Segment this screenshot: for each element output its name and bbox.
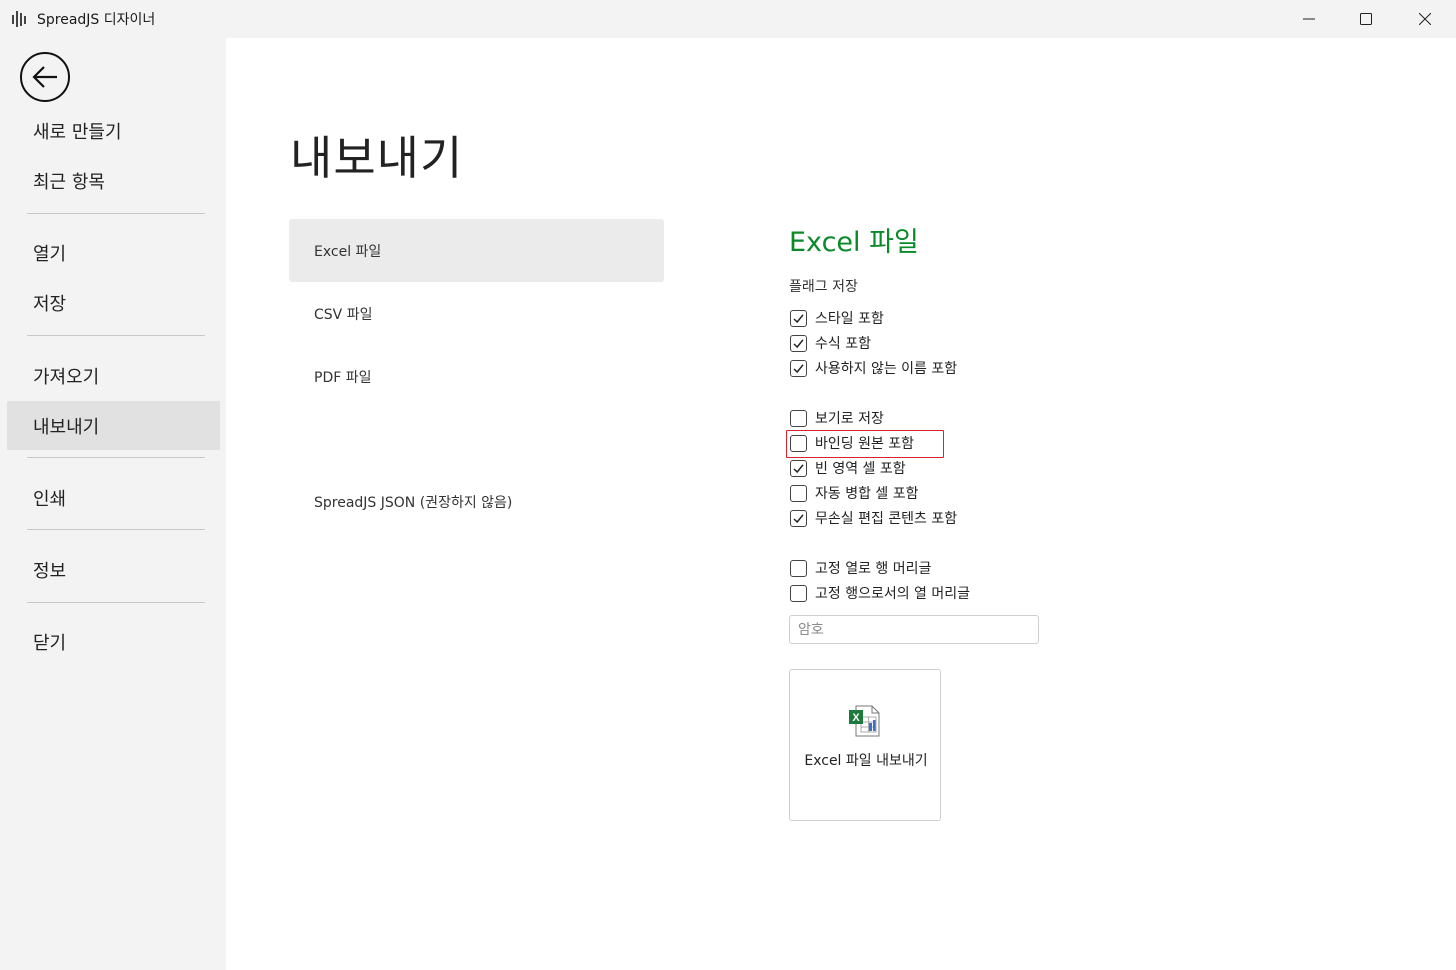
- checkmark-icon: [793, 313, 804, 323]
- sidebar-item-recent[interactable]: 최근 항목: [7, 156, 220, 205]
- checkbox[interactable]: [790, 484, 807, 502]
- checkbox[interactable]: [790, 459, 807, 477]
- option-include-unused-names[interactable]: 사용하지 않는 이름 포함: [790, 357, 957, 379]
- option-label: 보기로 저장: [815, 411, 884, 427]
- export-button-label: Excel 파일 내보내기: [804, 753, 928, 769]
- option-save-as-view[interactable]: 보기로 저장: [790, 407, 884, 429]
- spreadjs-logo-icon: [12, 11, 26, 27]
- checkbox[interactable]: [790, 334, 807, 352]
- maximize-icon: [1360, 13, 1372, 25]
- option-row-headers-as-frozen-columns[interactable]: 고정 열로 행 머리글: [790, 557, 931, 579]
- option-include-lossless-content[interactable]: 무손실 편집 콘텐츠 포함: [790, 507, 957, 529]
- sidebar-item-print[interactable]: 인쇄: [7, 473, 220, 522]
- option-label: 고정 행으로서의 열 머리글: [815, 586, 971, 602]
- section-title: Excel 파일: [789, 227, 919, 258]
- svg-text:X: X: [852, 712, 860, 724]
- option-label: 고정 열로 행 머리글: [815, 561, 932, 577]
- option-label: 사용하지 않는 이름 포함: [815, 361, 958, 377]
- main-panel: 내보내기 Excel 파일 CSV 파일 PDF 파일 SpreadJS JSO…: [226, 38, 1456, 970]
- format-spreadjs-json[interactable]: SpreadJS JSON (권장하지 않음): [289, 470, 664, 533]
- sidebar-item-save[interactable]: 저장: [7, 278, 220, 327]
- sidebar-item-import[interactable]: 가져오기: [7, 351, 220, 400]
- checkmark-icon: [793, 513, 804, 523]
- checkbox[interactable]: [790, 509, 807, 527]
- option-label: 자동 병합 셀 포함: [815, 486, 919, 502]
- checkbox[interactable]: [790, 309, 807, 327]
- option-include-empty-region-cells[interactable]: 빈 영역 셀 포함: [790, 457, 906, 479]
- checkmark-icon: [793, 463, 804, 473]
- checkbox[interactable]: [790, 359, 807, 377]
- arrow-left-icon: [32, 66, 57, 88]
- option-label: 수식 포함: [815, 336, 871, 352]
- minimize-button[interactable]: [1280, 0, 1338, 38]
- minimize-icon: [1303, 18, 1315, 20]
- password-input[interactable]: [789, 615, 1039, 644]
- checkbox[interactable]: [790, 584, 807, 602]
- option-label: 스타일 포함: [815, 311, 884, 327]
- export-excel-button[interactable]: X Excel 파일 내보내기: [789, 669, 941, 821]
- checkmark-icon: [793, 338, 804, 348]
- sidebar: 새로 만들기 최근 항목 열기 저장 가져오기 내보내기 인쇄 정보 닫기: [0, 38, 226, 970]
- sidebar-divider: [27, 529, 205, 530]
- format-csv[interactable]: CSV 파일: [289, 282, 664, 345]
- sidebar-divider: [27, 602, 205, 603]
- window-title: SpreadJS 디자이너: [37, 12, 156, 28]
- maximize-button[interactable]: [1337, 0, 1395, 38]
- sidebar-divider: [27, 457, 205, 458]
- option-label: 빈 영역 셀 포함: [815, 461, 906, 477]
- checkbox[interactable]: [790, 559, 807, 577]
- back-button[interactable]: [20, 52, 70, 102]
- close-icon: [1419, 13, 1431, 25]
- option-label: 바인딩 원본 포함: [815, 436, 915, 452]
- sidebar-item-info[interactable]: 정보: [7, 545, 220, 594]
- format-excel[interactable]: Excel 파일: [289, 219, 664, 282]
- checkbox[interactable]: [790, 409, 807, 427]
- sidebar-item-new[interactable]: 새로 만들기: [7, 106, 220, 155]
- format-pdf[interactable]: PDF 파일: [289, 345, 664, 408]
- title-bar: SpreadJS 디자이너: [0, 0, 1456, 38]
- sidebar-item-export[interactable]: 내보내기: [7, 401, 220, 450]
- sidebar-item-open[interactable]: 열기: [7, 228, 220, 277]
- sidebar-divider: [27, 213, 205, 214]
- option-include-formulas[interactable]: 수식 포함: [790, 332, 871, 354]
- option-label: 무손실 편집 콘텐츠 포함: [815, 511, 958, 527]
- flags-label: 플래그 저장: [789, 279, 858, 295]
- checkmark-icon: [793, 363, 804, 373]
- option-column-headers-as-frozen-rows[interactable]: 고정 행으로서의 열 머리글: [790, 582, 970, 604]
- sidebar-divider: [27, 335, 205, 336]
- close-button[interactable]: [1396, 0, 1454, 38]
- checkbox[interactable]: [790, 434, 807, 452]
- excel-file-icon: X: [849, 705, 880, 737]
- page-title: 내보내기: [290, 131, 464, 185]
- sidebar-item-close[interactable]: 닫기: [7, 617, 220, 666]
- option-include-auto-merged-cells[interactable]: 자동 병합 셀 포함: [790, 482, 919, 504]
- option-include-binding-source[interactable]: 바인딩 원본 포함: [790, 432, 914, 454]
- option-include-styles[interactable]: 스타일 포함: [790, 307, 884, 329]
